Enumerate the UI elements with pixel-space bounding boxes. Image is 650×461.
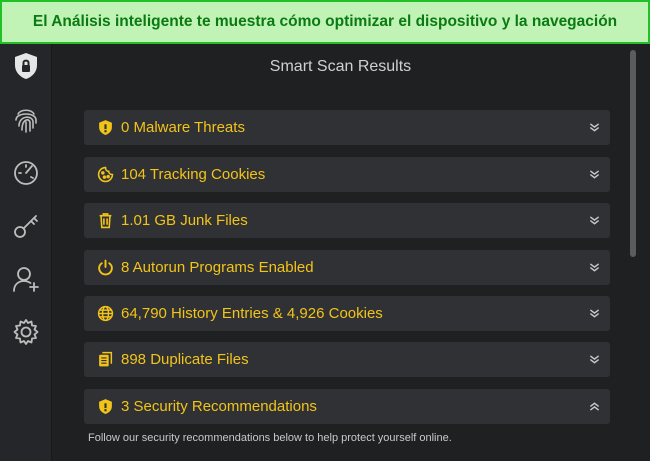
shield-icon [94,396,116,418]
result-row-junk-files[interactable]: 1.01 GB Junk Files [84,203,610,238]
result-row-tracking-cookies[interactable]: 104 Tracking Cookies [84,157,610,192]
sidebar-item-passwords[interactable] [0,204,52,248]
result-row-malware[interactable]: 0 Malware Threats [84,110,610,145]
result-row-duplicate-files[interactable]: 898 Duplicate Files [84,342,610,377]
sidebar-item-identity[interactable] [0,257,52,301]
caption-banner: El Análisis inteligente te muestra cómo … [0,0,650,44]
scan-results-panel: Smart Scan Results 0 Malware Threats 104… [53,44,650,461]
speedometer-icon [14,161,38,185]
result-row-history[interactable]: 64,790 History Entries & 4,926 Cookies [84,296,610,331]
gear-icon [13,319,39,345]
chevron-up-icon[interactable] [587,400,601,414]
globe-icon [94,303,116,325]
shield-icon [94,117,116,139]
chevron-down-icon[interactable] [587,261,601,275]
sidebar-item-settings[interactable] [0,310,52,354]
power-icon [94,257,116,279]
duplicate-files-icon [94,349,116,371]
result-label: 1.01 GB Junk Files [121,212,248,229]
trash-icon [94,210,116,232]
result-label: 104 Tracking Cookies [121,166,266,183]
chevron-down-icon[interactable] [587,168,601,182]
add-user-icon [13,267,39,292]
scrollbar-thumb[interactable] [630,50,636,257]
recommendations-description: Follow our security recommendations belo… [88,432,452,444]
result-label: 3 Security Recommendations [121,398,317,415]
shield-lock-icon [15,53,37,79]
chevron-down-icon[interactable] [587,353,601,367]
result-label: 0 Malware Threats [121,119,245,136]
result-row-security-recommendations[interactable]: 3 Security Recommendations [84,389,610,424]
scrollbar[interactable] [630,50,636,458]
fingerprint-icon [15,109,37,133]
result-label: 8 Autorun Programs Enabled [121,259,314,276]
result-label: 898 Duplicate Files [121,351,249,368]
page-title: Smart Scan Results [269,58,412,75]
result-label: 64,790 History Entries & 4,926 Cookies [121,305,383,322]
chevron-down-icon[interactable] [587,214,601,228]
chevron-down-icon[interactable] [587,307,601,321]
caption-text: El Análisis inteligente te muestra cómo … [32,13,618,30]
cookie-icon [94,164,116,186]
sidebar-item-privacy[interactable] [0,98,52,142]
result-row-autorun[interactable]: 8 Autorun Programs Enabled [84,250,610,285]
chevron-down-icon[interactable] [587,121,601,135]
key-icon [14,215,38,238]
sidebar-item-performance[interactable] [0,150,52,194]
sidebar [0,44,52,461]
sidebar-item-security[interactable] [0,44,52,88]
